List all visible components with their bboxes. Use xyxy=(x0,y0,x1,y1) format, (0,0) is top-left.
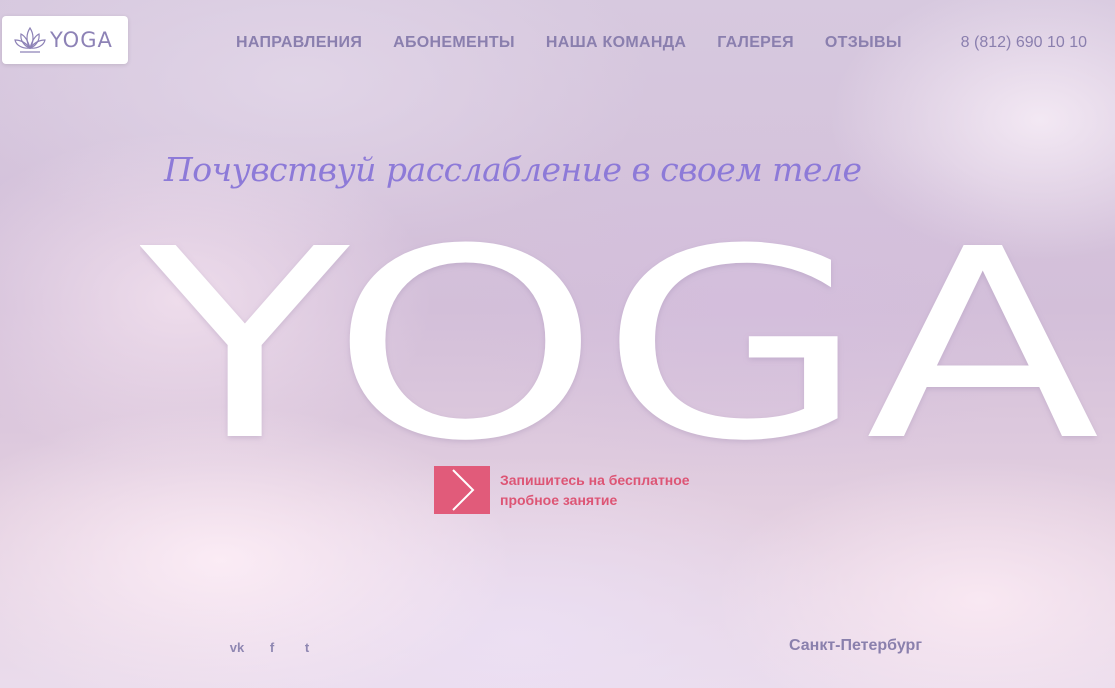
logo-text: YOGA xyxy=(50,28,113,52)
free-trial-button[interactable] xyxy=(434,466,490,514)
social-links: vk f t xyxy=(228,638,333,656)
city-label: Санкт-Петербург xyxy=(789,637,922,654)
nav-item-team[interactable]: НАША КОМАНДА xyxy=(546,34,686,52)
nav-item-directions[interactable]: НАПРАВЛЕНИЯ xyxy=(236,34,362,52)
hero-title: YOGA xyxy=(140,226,1101,456)
nav-item-subscriptions[interactable]: АБОНЕМЕНТЫ xyxy=(393,34,515,52)
logo[interactable]: YOGA xyxy=(2,16,128,64)
main-nav: НАПРАВЛЕНИЯ АБОНЕМЕНТЫ НАША КОМАНДА ГАЛЕ… xyxy=(236,34,933,52)
facebook-icon[interactable]: f xyxy=(263,638,281,656)
free-trial-cta: Запишитесь на бесплатное пробное занятие xyxy=(434,466,720,514)
twitter-icon[interactable]: t xyxy=(298,638,316,656)
nav-item-reviews[interactable]: ОТЗЫВЫ xyxy=(825,34,902,52)
vk-icon[interactable]: vk xyxy=(228,638,246,656)
phone-number[interactable]: 8 (812) 690 10 10 xyxy=(961,34,1087,52)
chevron-right-icon xyxy=(452,469,475,511)
lotus-icon xyxy=(14,26,46,53)
free-trial-text[interactable]: Запишитесь на бесплатное пробное занятие xyxy=(500,470,720,510)
nav-item-gallery[interactable]: ГАЛЕРЕЯ xyxy=(717,34,794,52)
hero-tagline: Почувствуй расслабление в своем теле xyxy=(164,150,862,189)
hero-title-text: YOGA xyxy=(140,226,1101,456)
